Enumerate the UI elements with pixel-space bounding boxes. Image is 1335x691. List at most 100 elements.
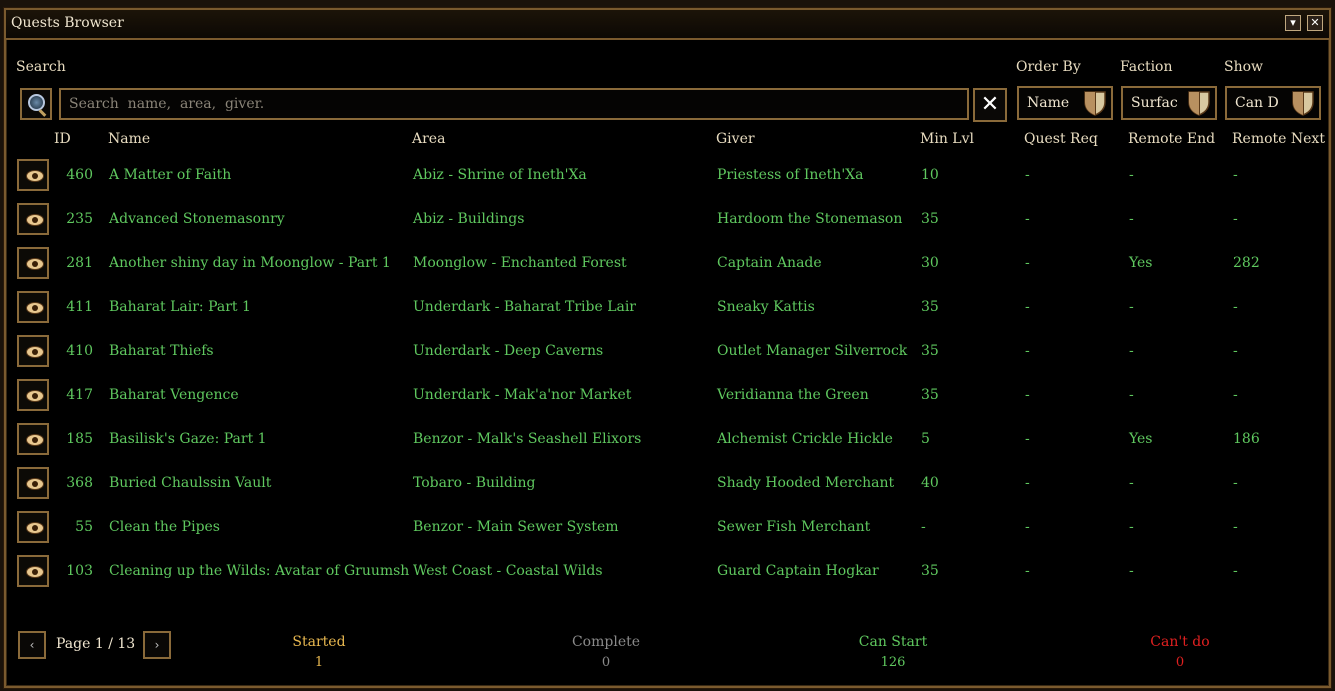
cell-min-lvl: 35 (921, 563, 939, 579)
cell-remote-next: - (1233, 211, 1238, 227)
column-header-area[interactable]: Area (412, 131, 445, 147)
minimize-icon[interactable]: ▾ (1285, 15, 1301, 31)
cell-giver: Sewer Fish Merchant (717, 519, 871, 535)
cell-giver: Hardoom the Stonemason (717, 211, 903, 227)
column-header-giver[interactable]: Giver (716, 131, 755, 147)
cell-min-lvl: 35 (921, 343, 939, 359)
cell-min-lvl: 5 (921, 431, 930, 447)
eye-icon[interactable] (17, 247, 49, 279)
cell-id: 55 (75, 519, 93, 535)
close-icon[interactable]: ✕ (1307, 15, 1323, 31)
column-header-min-lvl[interactable]: Min Lvl (920, 131, 974, 147)
eye-icon[interactable] (17, 159, 49, 191)
table-row[interactable]: 55 Clean the Pipes Benzor - Main Sewer Sys… (6, 509, 1329, 549)
column-header-name[interactable]: Name (108, 131, 150, 147)
eye-icon[interactable] (17, 203, 49, 235)
table-row[interactable]: 185 Basilisk's Gaze: Part 1 Benzor - Malk'… (6, 421, 1329, 461)
stat-label: Started (292, 634, 346, 650)
cell-name: Buried Chaulssin Vault (109, 475, 272, 491)
cell-remote-end: - (1129, 211, 1134, 227)
cell-area: Moonglow - Enchanted Forest (413, 255, 627, 271)
show-value: Can D (1235, 95, 1279, 111)
cell-id: 185 (66, 431, 93, 447)
cell-remote-next: - (1233, 167, 1238, 183)
stat-value: 0 (1175, 655, 1185, 670)
cell-min-lvl: 35 (921, 299, 939, 315)
cell-name: Advanced Stonemasonry (109, 211, 285, 227)
cell-quest-req: - (1025, 343, 1030, 359)
stat-label: Can't do (1150, 634, 1210, 650)
cell-area: West Coast - Coastal Wilds (413, 563, 603, 579)
stat-value: 0 (601, 655, 611, 670)
cell-giver: Alchemist Crickle Hickle (717, 431, 893, 447)
eye-icon[interactable] (17, 335, 49, 367)
eye-icon[interactable] (17, 555, 49, 587)
magnifier-icon[interactable] (20, 88, 52, 120)
cell-quest-req: - (1025, 475, 1030, 491)
cell-remote-next: 186 (1233, 431, 1260, 447)
eye-icon[interactable] (17, 467, 49, 499)
next-page-button[interactable]: › (143, 631, 171, 659)
eye-icon[interactable] (17, 511, 49, 543)
cell-id: 460 (66, 167, 93, 183)
table-row[interactable]: 417 Baharat Vengence Underdark - Mak'a'nor… (6, 377, 1329, 417)
stat-label: Can Start (858, 634, 928, 650)
table-row[interactable]: 235 Advanced Stonemasonry Abiz - Buildings… (6, 201, 1329, 241)
table-row[interactable]: 368 Buried Chaulssin Vault Tobaro - Buildi… (6, 465, 1329, 505)
show-dropdown[interactable]: Can D (1225, 86, 1321, 120)
cell-remote-end: - (1129, 519, 1134, 535)
cell-area: Underdark - Mak'a'nor Market (413, 387, 632, 403)
cell-id: 235 (66, 211, 93, 227)
stat-value: 1 (314, 655, 324, 670)
order-by-dropdown[interactable]: Name (1017, 86, 1113, 120)
table-row[interactable]: 460 A Matter of Faith Abiz - Shrine of Ine… (6, 157, 1329, 197)
eye-icon[interactable] (17, 291, 49, 323)
cell-name: Clean the Pipes (109, 519, 220, 535)
title-bar: Quests Browser ▾ ✕ (6, 10, 1329, 40)
cell-remote-end: - (1129, 563, 1134, 579)
cell-min-lvl: 35 (921, 211, 939, 227)
stat-can-start: Can Start 126 (823, 634, 963, 670)
cell-quest-req: - (1025, 431, 1030, 447)
cell-id: 411 (66, 299, 93, 315)
cell-remote-next: - (1233, 563, 1238, 579)
cell-name: A Matter of Faith (109, 167, 232, 183)
table-row[interactable]: 103 Cleaning up the Wilds: Avatar of Gruu… (6, 553, 1329, 593)
cell-min-lvl: 35 (921, 387, 939, 403)
cell-min-lvl: 10 (921, 167, 939, 183)
cell-quest-req: - (1025, 255, 1030, 271)
table-row[interactable]: 281 Another shiny day in Moonglow - Part … (6, 245, 1329, 285)
column-header-quest-req[interactable]: Quest Req (1024, 131, 1098, 147)
column-header-id[interactable]: ID (54, 131, 71, 147)
close-x-icon[interactable]: ✕ (973, 88, 1007, 122)
cell-area: Abiz - Shrine of Ineth'Xa (413, 167, 587, 183)
eye-icon[interactable] (17, 379, 49, 411)
stat-complete: Complete 0 (536, 634, 676, 670)
cell-name: Basilisk's Gaze: Part 1 (109, 431, 267, 447)
shield-icon (1084, 91, 1106, 116)
cell-area: Tobaro - Building (413, 475, 536, 491)
cell-id: 103 (66, 563, 93, 579)
prev-page-button[interactable]: ‹ (18, 631, 46, 659)
cell-area: Underdark - Deep Caverns (413, 343, 604, 359)
search-input[interactable] (59, 88, 969, 120)
cell-remote-next: - (1233, 387, 1238, 403)
cell-giver: Guard Captain Hogkar (717, 563, 879, 579)
shield-icon (1292, 91, 1314, 116)
show-label: Show (1224, 59, 1264, 75)
cell-remote-end: Yes (1129, 431, 1153, 447)
cell-min-lvl: 40 (921, 475, 939, 491)
table-row[interactable]: 410 Baharat Thiefs Underdark - Deep Cavern… (6, 333, 1329, 373)
window-title: Quests Browser (11, 15, 124, 31)
column-header-remote-end[interactable]: Remote End (1128, 131, 1215, 147)
faction-dropdown[interactable]: Surfac (1121, 86, 1217, 120)
order-by-label: Order By (1016, 59, 1081, 75)
cell-remote-next: - (1233, 343, 1238, 359)
cell-id: 368 (66, 475, 93, 491)
table-row[interactable]: 411 Baharat Lair: Part 1 Underdark - Bahar… (6, 289, 1329, 329)
eye-icon[interactable] (17, 423, 49, 455)
cell-remote-end: - (1129, 475, 1134, 491)
cell-giver: Captain Anade (717, 255, 822, 271)
column-header-remote-next[interactable]: Remote Next (1232, 131, 1325, 147)
stat-started: Started 1 (249, 634, 389, 670)
